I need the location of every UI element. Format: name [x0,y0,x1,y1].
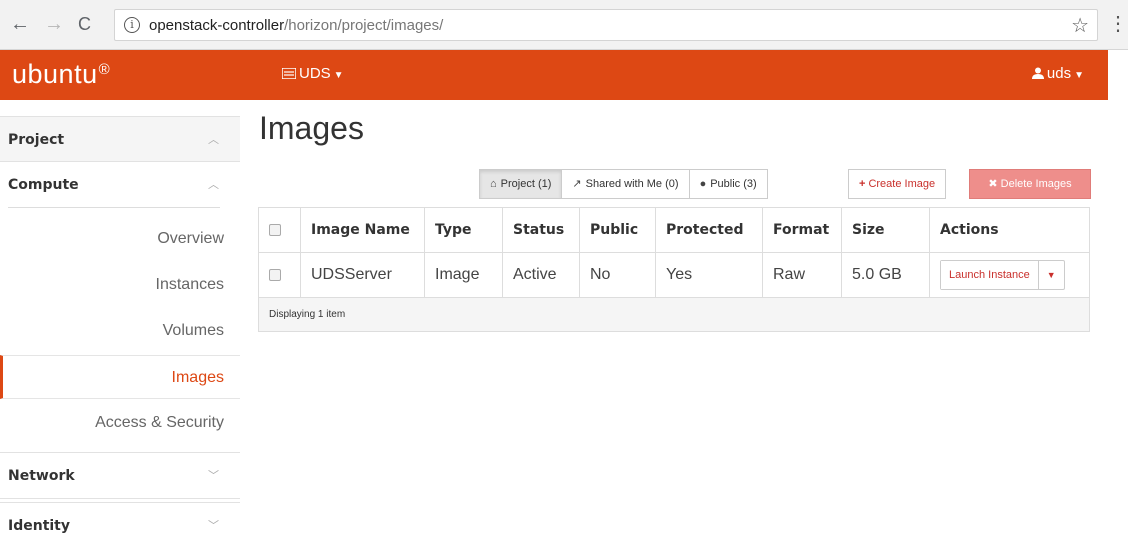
filter-project-button[interactable]: ⌂ Project (1) [479,169,563,199]
select-all-checkbox[interactable] [269,224,281,236]
column-header-actions: Actions [929,207,1090,253]
protected-cell: Yes [655,252,763,298]
url-path: /horizon/project/images/ [284,17,444,34]
sidebar-section-compute[interactable]: Compute ︿ [0,162,240,209]
row-checkbox[interactable] [269,268,281,281]
delete-images-button[interactable]: ✖ Delete Images [969,169,1091,199]
filter-public-button[interactable]: ● Public (3) [689,169,768,199]
sidebar-section-label: Identity [8,518,71,534]
sidebar-item-access-security[interactable]: Access & Security [0,401,240,445]
sidebar-item-images[interactable]: Images [0,355,240,399]
column-header-image-name[interactable]: Image Name [300,207,425,253]
url-text[interactable]: openstack-controller/horizon/project/ima… [149,17,443,34]
sidebar-item-overview[interactable]: Overview [0,217,240,261]
create-image-button[interactable]: + Create Image [848,169,947,199]
top-navbar: ubuntu® UDS ▼ uds ▼ [0,50,1128,100]
user-icon [1031,67,1044,79]
bookmark-star-icon[interactable]: ☆ [1071,13,1089,38]
sidebar-item-volumes[interactable]: Volumes [0,309,240,353]
plus-icon: + [859,178,866,190]
page-title: Images [259,110,364,146]
close-icon: ✖ [988,178,1001,190]
browser-menu-icon[interactable]: ⋮ [1108,12,1128,36]
forward-arrow-icon[interactable]: → [44,12,64,36]
caret-down-icon[interactable]: ▼ [1037,261,1064,289]
column-header-protected[interactable]: Protected [655,207,763,253]
format-cell: Raw [762,252,842,298]
size-cell: 5.0 GB [841,252,930,298]
ubuntu-logo[interactable]: ubuntu® [12,59,110,90]
launch-instance-button[interactable]: Launch Instance [941,261,1038,289]
brand-mark-icon: ® [98,61,111,78]
browser-toolbar: ← → C i openstack-controller/horizon/pro… [0,0,1128,50]
filter-shared-label: Shared with Me (0) [585,178,679,190]
back-arrow-icon[interactable]: ← [10,12,30,36]
url-host: openstack-controller [149,17,285,34]
column-header-format[interactable]: Format [762,207,842,253]
row-action-group: Launch Instance ▼ [940,260,1065,290]
user-menu[interactable]: uds ▼ [1031,65,1084,82]
chevron-down-icon: ﹀ [208,519,219,532]
column-header-public[interactable]: Public [579,207,656,253]
caret-down-icon: ▼ [333,70,344,81]
column-header-size[interactable]: Size [841,207,930,253]
table-footer-count: Displaying 1 item [258,297,1090,332]
info-icon[interactable]: i [124,17,140,33]
column-header-type[interactable]: Type [424,207,503,253]
table-row: UDSServer Image Active No Yes Raw 5.0 GB… [258,252,1090,298]
window-edge [1108,50,1128,100]
sidebar-section-label: Compute [8,177,79,193]
filter-shared-button[interactable]: ↗ Shared with Me (0) [562,169,690,199]
select-all-cell [258,207,301,253]
sidebar-section-project[interactable]: Project ︿ [0,116,240,162]
group-icon: ● [699,178,707,190]
sidebar-item-instances[interactable]: Instances [0,263,240,307]
image-filter-group: ⌂ Project (1) ↗ Shared with Me (0) ● Public… [479,169,768,199]
sidebar-section-identity[interactable]: Identity ﹀ [0,502,240,549]
brand-text: ubuntu [12,59,98,89]
chevron-down-icon: ﹀ [208,469,219,482]
delete-images-label: Delete Images [1000,178,1072,190]
status-cell: Active [502,252,580,298]
row-select-cell [258,252,301,298]
filter-project-label: Project (1) [500,178,552,190]
sidebar-section-network[interactable]: Network ﹀ [0,452,240,499]
divider [8,207,220,208]
create-image-label: Create Image [868,178,936,190]
chevron-up-icon: ︿ [208,133,219,146]
table-footer-row: Displaying 1 item [258,297,1090,332]
image-name-cell[interactable]: UDSServer [300,252,425,298]
actions-cell: Launch Instance ▼ [929,252,1090,298]
public-cell: No [579,252,656,298]
user-name: uds [1046,65,1072,82]
column-header-status[interactable]: Status [502,207,580,253]
list-icon [281,67,297,80]
project-switcher[interactable]: UDS ▼ [281,65,344,82]
filter-public-label: Public (3) [710,178,757,190]
share-icon: ↗ [572,178,582,190]
chevron-up-icon: ︿ [208,178,219,191]
sidebar-section-label: Project [8,132,65,148]
sidebar-section-label: Network [8,468,75,484]
type-cell: Image [424,252,503,298]
caret-down-icon: ▼ [1074,70,1084,81]
images-table: Image Name Type Status Public Protected … [258,207,1090,332]
project-switcher-label: UDS [299,65,331,82]
home-icon: ⌂ [490,178,497,190]
sidebar: Project ︿ Compute ︿ Overview Instances V… [0,100,240,543]
table-header-row: Image Name Type Status Public Protected … [258,207,1090,253]
reload-icon[interactable]: C [78,12,91,36]
address-bar[interactable]: i openstack-controller/horizon/project/i… [114,9,1098,41]
